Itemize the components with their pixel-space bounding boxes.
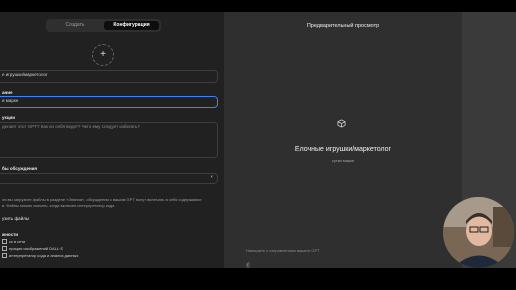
capability-web-label: ск в сети — [9, 239, 26, 244]
upload-files-button[interactable]: узить файлы — [2, 216, 29, 221]
capability-web[interactable]: ск в сети — [2, 239, 26, 245]
preview-title: Предварительный просмотр — [306, 23, 380, 29]
tab-configure[interactable]: Конфигурация — [104, 21, 159, 30]
gpt-name: Елочные игрушки/маркетолог — [294, 146, 392, 153]
name-value: е игрушки/маркетолог — [2, 72, 48, 77]
name-field[interactable]: е игрушки/маркетолог — [0, 70, 218, 83]
tab-create[interactable]: Создать — [48, 21, 102, 30]
bottom-letterbox — [0, 268, 516, 290]
preview-panel: Предварительный просмотр Елочные игрушки… — [224, 12, 462, 268]
capability-dalle-label: ерация изображений DALL·E — [9, 246, 64, 251]
message-input[interactable]: Напишите с отправлением вашего GPT — [246, 248, 320, 253]
cube-icon — [337, 119, 346, 128]
capability-code[interactable]: интерпретатор кода и анализ данных — [2, 253, 79, 259]
mode-tabs: Создать Конфигурация — [46, 19, 161, 32]
starter-field[interactable]: × — [0, 173, 218, 184]
checkbox-icon — [2, 253, 7, 259]
instructions-placeholder: делает этот GPT? Как он себя ведет? Чего… — [2, 124, 140, 129]
description-value: и марке — [2, 98, 19, 103]
top-letterbox — [0, 0, 516, 12]
checkbox-icon — [2, 239, 7, 245]
avatar-upload-button[interactable]: + — [92, 44, 114, 66]
description-field[interactable]: и марке — [0, 96, 218, 108]
instructions-field[interactable]: делает этот GPT? Как он себя ведет? Чего… — [0, 122, 218, 158]
capability-dalle[interactable]: ерация изображений DALL·E — [2, 246, 64, 252]
knowledge-text-2: в. Файлы можно скачать, когда включен ин… — [2, 203, 115, 208]
conversation-starters-label: бы обсуждения — [2, 166, 38, 171]
description-label: ание — [2, 90, 13, 95]
knowledge-text-1: ли вы загрузите файлы в разделе «Знания»… — [2, 197, 202, 202]
capability-code-label: интерпретатор кода и анализ данных — [9, 253, 79, 258]
configure-panel: Создать Конфигурация + е игрушки/маркето… — [0, 12, 224, 268]
gpt-description: сутки марке — [331, 158, 355, 163]
checkbox-icon — [2, 246, 7, 252]
webcam-overlay — [443, 197, 514, 268]
plus-icon: + — [100, 49, 106, 60]
capabilities-label: жности — [2, 232, 19, 237]
instructions-label: укции — [2, 115, 16, 120]
close-icon[interactable]: × — [210, 174, 213, 179]
